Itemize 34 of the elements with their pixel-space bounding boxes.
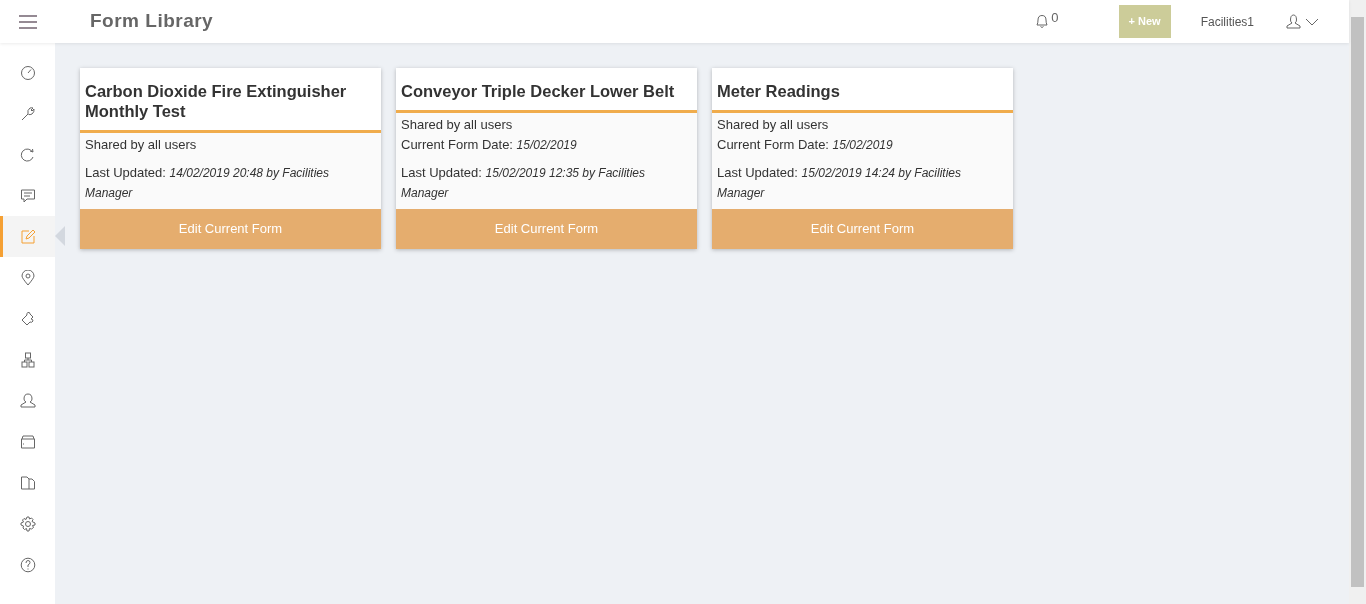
form-detail: Current Form Date: 15/02/2019 [401,135,578,154]
user-name[interactable]: Facilities1 [1200,12,1254,31]
form-title: Meter Readings [712,68,1013,113]
folder-icon[interactable] [19,433,36,450]
selection-pointer [55,226,65,246]
sharing-text: Shared by all users [401,115,514,134]
bell-icon[interactable] [1035,14,1050,29]
notification-count: 0 [1051,9,1059,27]
refresh-icon[interactable] [19,146,36,163]
form-detail: Last Updated: 14/02/2019 20:48 by Facilities Manager [85,163,330,202]
scrollbar[interactable] [1349,0,1366,604]
form-detail: Current Form Date: 15/02/2019 [717,135,894,154]
page-title: Form Library [90,9,214,34]
chat-icon[interactable] [19,187,36,204]
documents-icon[interactable] [19,474,36,491]
form-title: Carbon Dioxide Fire Extinguisher Monthly Test [80,68,381,133]
sharing-text: Shared by all users [85,135,198,154]
user-group-icon[interactable] [19,392,36,409]
form-detail: Last Updated: 15/02/2019 14:24 by Facilities Manager [717,163,962,202]
new-button[interactable]: + New [1118,5,1171,38]
form-title: Conveyor Triple Decker Lower Belt [396,68,697,113]
location-pin-icon[interactable] [19,269,36,286]
chevron-down-icon[interactable] [1305,17,1319,26]
menu-icon[interactable] [17,13,38,30]
hierarchy-icon[interactable] [19,351,36,368]
sharing-text: Shared by all users [717,115,830,134]
user-icon[interactable] [1286,14,1301,29]
help-icon[interactable] [19,556,36,573]
gauge-icon[interactable] [19,64,36,81]
edit-form-button[interactable]: Edit Current Form [712,208,1013,249]
settings-icon[interactable] [19,515,36,532]
edit-form-button[interactable]: Edit Current Form [80,208,381,249]
edit-form-button[interactable]: Edit Current Form [396,208,697,249]
form-detail: Last Updated: 15/02/2019 12:35 by Facilities Manager [401,163,646,202]
